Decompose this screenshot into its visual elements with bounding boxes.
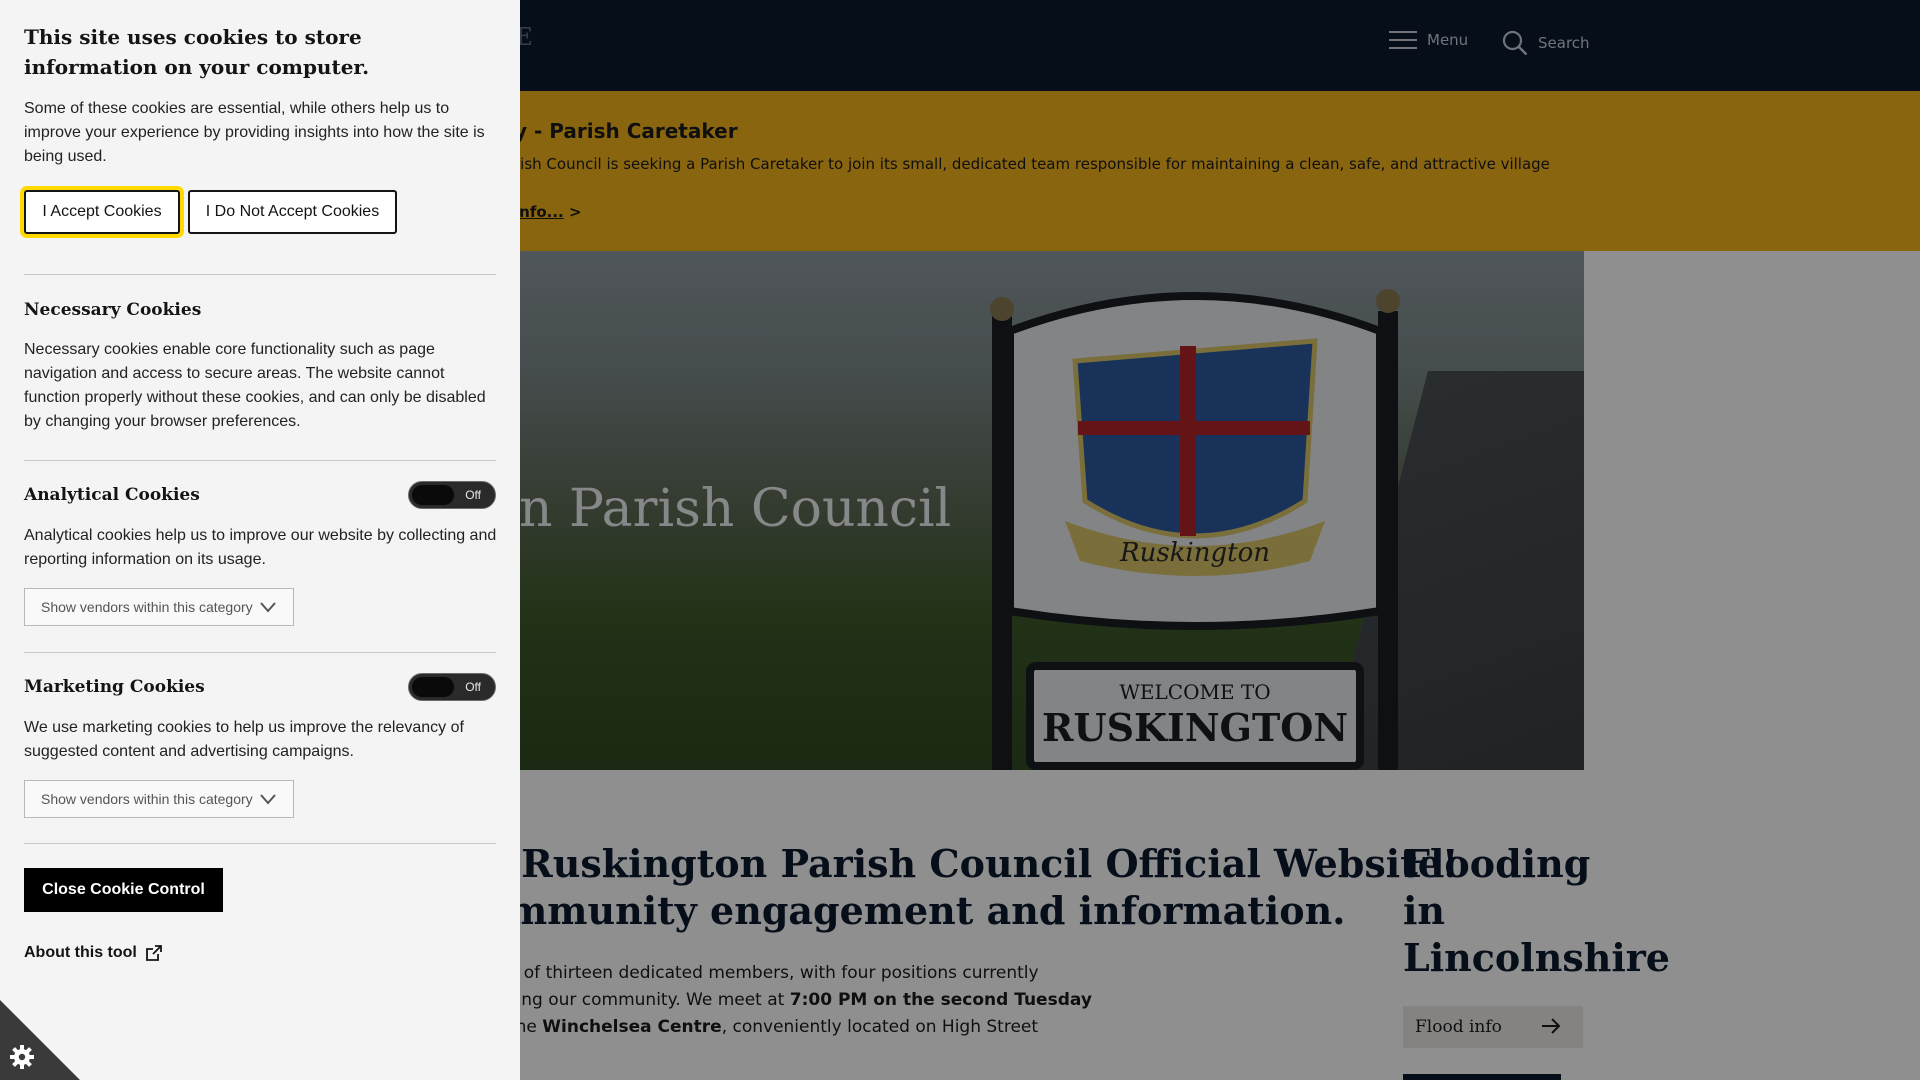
toggle-knob (412, 677, 454, 697)
divider (24, 274, 496, 275)
necessary-cookies-text: Necessary cookies enable core functional… (24, 341, 486, 430)
marketing-toggle-label: Off (465, 680, 481, 694)
analytical-cookies-heading: Analytical Cookies (24, 485, 200, 505)
analytical-vendors-dropdown[interactable]: Show vendors within this category (24, 588, 294, 626)
analytical-toggle-label: Off (465, 488, 481, 502)
divider (24, 460, 496, 461)
marketing-cookies-heading: Marketing Cookies (24, 677, 205, 697)
analytical-cookies-toggle[interactable]: Off (408, 481, 496, 509)
cookie-control-toggle[interactable] (0, 1000, 80, 1080)
toggle-knob (412, 485, 454, 505)
about-this-tool-link[interactable]: About this tool (24, 944, 163, 962)
reject-cookies-button[interactable]: I Do Not Accept Cookies (188, 190, 397, 234)
cookie-panel-title: This site uses cookies to store informat… (24, 25, 370, 79)
marketing-vendors-label: Show vendors within this category (41, 791, 253, 807)
cookie-control-panel: This site uses cookies to store informat… (0, 0, 520, 1080)
external-link-icon (145, 945, 162, 961)
marketing-vendors-dropdown[interactable]: Show vendors within this category (24, 780, 294, 818)
accept-cookies-button[interactable]: I Accept Cookies (24, 190, 180, 234)
cookie-gear-icon (10, 1045, 34, 1069)
cookie-panel-intro: Some of these cookies are essential, whi… (24, 100, 485, 165)
chevron-down-icon (260, 794, 276, 805)
close-cookie-control-button[interactable]: Close Cookie Control (24, 868, 223, 912)
analytical-cookies-text: Analytical cookies help us to improve ou… (24, 527, 497, 568)
necessary-cookies-heading: Necessary Cookies (24, 300, 202, 320)
divider (24, 843, 496, 844)
about-this-tool-label: About this tool (24, 944, 137, 961)
marketing-cookies-text: We use marketing cookies to help us impr… (24, 719, 464, 760)
divider (24, 652, 496, 653)
analytical-vendors-label: Show vendors within this category (41, 599, 253, 615)
chevron-down-icon (260, 602, 276, 613)
marketing-cookies-toggle[interactable]: Off (408, 673, 496, 701)
